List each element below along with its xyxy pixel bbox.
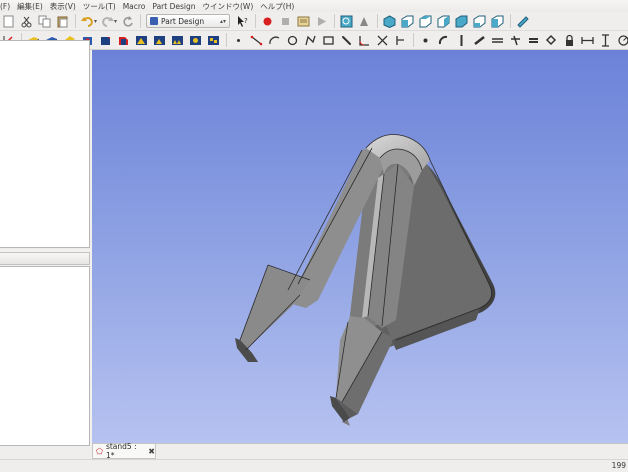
sketch-rectangle-icon[interactable]: [320, 32, 337, 49]
sketch-line-icon[interactable]: [248, 32, 265, 49]
constrain-equal-icon[interactable]: [525, 32, 542, 49]
macro-editor-icon[interactable]: [295, 13, 312, 30]
sketch-external-icon[interactable]: [392, 32, 409, 49]
linear-pattern-icon[interactable]: [169, 32, 186, 49]
svg-text:?: ?: [244, 17, 248, 25]
part-design-icon: [150, 17, 159, 25]
constrain-symmetric-icon[interactable]: [543, 32, 560, 49]
menu-tools[interactable]: ツール(T): [83, 1, 116, 12]
document-tab-bar: ⬠ stand5 : 1* ✖: [92, 442, 628, 460]
constrain-radius-icon[interactable]: [615, 32, 628, 49]
constrain-parallel-icon[interactable]: [489, 32, 506, 49]
fillet-icon[interactable]: [97, 32, 114, 49]
draw-style-icon[interactable]: [356, 13, 373, 30]
part-design-toolbar: [0, 31, 628, 50]
toolbar-separator: [75, 14, 76, 28]
cut-icon[interactable]: [18, 13, 35, 30]
measure-icon[interactable]: [514, 13, 531, 30]
coordinate-readout: 199: [611, 461, 626, 470]
freecad-doc-icon: ⬠: [96, 446, 103, 456]
refresh-icon[interactable]: [119, 13, 136, 30]
toolbar-separator: [140, 14, 142, 28]
menu-help[interactable]: ヘルプ(H): [260, 1, 294, 12]
fit-all-icon[interactable]: [338, 13, 355, 30]
left-bottom-strip: [0, 446, 92, 459]
constrain-distance-y-icon[interactable]: [597, 32, 614, 49]
rear-view-icon[interactable]: [453, 13, 470, 30]
right-view-icon[interactable]: [435, 13, 452, 30]
model-foot-left: [240, 265, 310, 350]
polar-pattern-icon[interactable]: [187, 32, 204, 49]
constrain-point-on-object-icon[interactable]: [435, 32, 452, 49]
sketch-trim-icon[interactable]: [374, 32, 391, 49]
toolbar-separator: [255, 14, 257, 28]
property-view[interactable]: [0, 266, 90, 446]
mirror-icon[interactable]: [151, 32, 168, 49]
sketch-polyline-icon[interactable]: [302, 32, 319, 49]
close-icon[interactable]: ✖: [148, 447, 155, 456]
top-view-icon[interactable]: [417, 13, 434, 30]
main-toolbar: ▾ ▾ Part Design ▴▾ ?: [0, 12, 628, 31]
chevron-down-icon: ▴▾: [220, 17, 227, 25]
left-view-icon[interactable]: [489, 13, 506, 30]
toolbar-separator: [413, 33, 414, 47]
property-panel: [0, 252, 91, 446]
record-macro-icon[interactable]: [259, 13, 276, 30]
draft-icon[interactable]: [133, 32, 150, 49]
menu-macro[interactable]: Macro: [123, 2, 146, 11]
paste-icon[interactable]: [54, 13, 71, 30]
3d-viewport[interactable]: [92, 50, 628, 443]
constrain-horizontal-icon[interactable]: [471, 32, 488, 49]
toolbar-separator: [334, 14, 336, 28]
whats-this-icon[interactable]: ?: [234, 13, 251, 30]
document-tab[interactable]: ⬠ stand5 : 1* ✖: [92, 442, 156, 460]
document-tab-label: stand5 : 1*: [105, 442, 137, 460]
menu-file[interactable]: (F): [0, 2, 10, 11]
workbench-selector[interactable]: Part Design ▴▾: [146, 14, 231, 28]
undo-icon[interactable]: [79, 13, 96, 30]
constrain-perpendicular-icon[interactable]: [507, 32, 524, 49]
sketch-circle-icon[interactable]: [284, 32, 301, 49]
bottom-view-icon[interactable]: [471, 13, 488, 30]
property-header: [0, 252, 90, 265]
new-icon[interactable]: [0, 13, 17, 30]
menu-edit[interactable]: 編集(E): [17, 1, 43, 12]
workbench-label: Part Design: [161, 16, 205, 26]
menu-part-design[interactable]: Part Design: [152, 2, 195, 11]
front-view-icon[interactable]: [399, 13, 416, 30]
redo-icon[interactable]: [99, 13, 116, 30]
status-bar: 199: [0, 459, 628, 472]
sketch-slot-icon[interactable]: [338, 32, 355, 49]
copy-icon[interactable]: [36, 13, 53, 30]
constrain-distance-x-icon[interactable]: [579, 32, 596, 49]
3d-model: [235, 134, 496, 426]
menu-view[interactable]: 表示(V): [50, 1, 76, 12]
toolbar-separator: [510, 14, 512, 28]
toolbar-separator: [226, 33, 227, 47]
constrain-coincident-icon[interactable]: [417, 32, 434, 49]
toolbar-separator: [377, 14, 379, 28]
multitransform-icon[interactable]: [205, 32, 222, 49]
chamfer-icon[interactable]: [115, 32, 132, 49]
constrain-vertical-icon[interactable]: [453, 32, 470, 49]
sketch-fillet-icon[interactable]: [356, 32, 373, 49]
sketch-point-icon[interactable]: [230, 32, 247, 49]
menu-bar: (F) 編集(E) 表示(V) ツール(T) Macro Part Design…: [0, 0, 628, 12]
tree-view[interactable]: [0, 40, 90, 248]
sketch-arc-icon[interactable]: [266, 32, 283, 49]
play-macro-icon[interactable]: [313, 13, 330, 30]
isometric-view-icon[interactable]: [381, 13, 398, 30]
stop-macro-icon[interactable]: [277, 13, 294, 30]
menu-window[interactable]: ウインドウ(W): [202, 1, 253, 12]
lock-icon[interactable]: [561, 32, 578, 49]
